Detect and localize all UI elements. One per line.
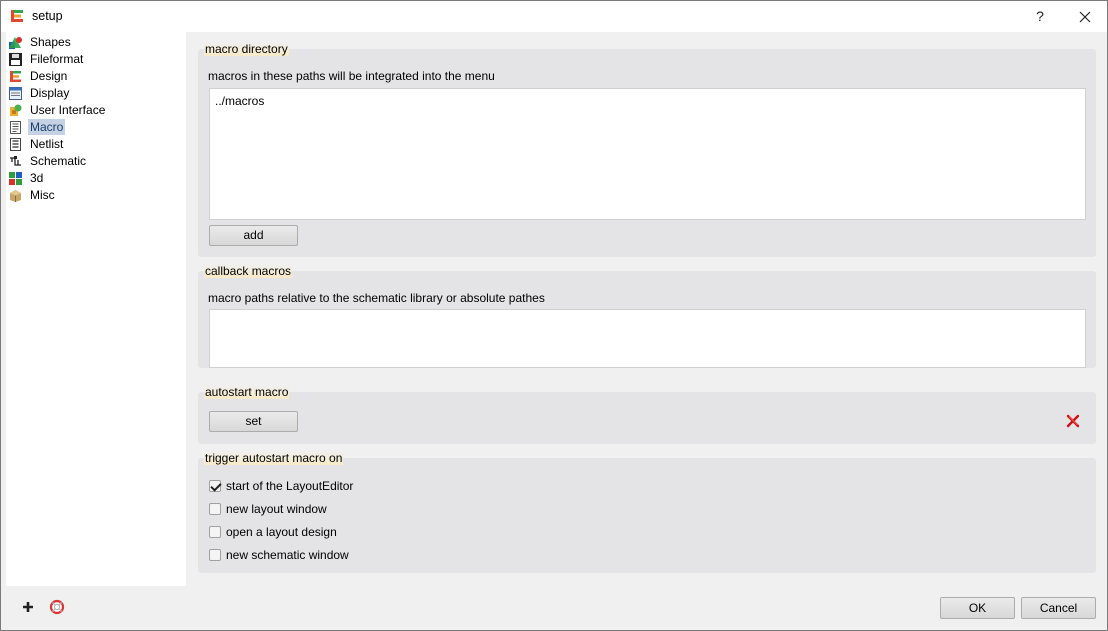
- nav-label: Design: [30, 69, 68, 83]
- misc-icon: [10, 189, 21, 202]
- checkbox[interactable]: [209, 503, 221, 515]
- nav-label: User Interface: [30, 103, 106, 117]
- dialog-body: Shapes Fileformat Design Display User In…: [1, 32, 1107, 630]
- nav-item-macro[interactable]: Macro: [9, 119, 66, 135]
- nav-item-misc[interactable]: Misc: [9, 187, 57, 203]
- user-interface-icon: [10, 104, 22, 116]
- nav-label: Schematic: [30, 154, 87, 168]
- floppy-icon: [9, 52, 22, 66]
- nav-item-schematic[interactable]: Schematic: [9, 153, 88, 169]
- nav-label: Display: [30, 86, 70, 100]
- callback-macros-group: callback macros macro paths relative to …: [198, 264, 1096, 368]
- schematic-icon: [10, 155, 21, 166]
- trigger-option-start-layouteditor[interactable]: start of the LayoutEditor: [209, 478, 353, 494]
- close-button[interactable]: [1067, 4, 1103, 28]
- nav-label: Macro: [28, 119, 66, 135]
- checkbox[interactable]: [209, 526, 221, 538]
- shapes-icon: [9, 36, 22, 49]
- trigger-option-new-schematic-window[interactable]: new schematic window: [209, 547, 349, 563]
- nav-label: Shapes: [30, 35, 71, 49]
- help-button[interactable]: ?: [1027, 4, 1053, 28]
- trigger-autostart-group: trigger autostart macro on start of the …: [198, 451, 1096, 573]
- cancel-button[interactable]: Cancel: [1021, 597, 1096, 619]
- nav-item-fileformat[interactable]: Fileformat: [9, 51, 85, 67]
- design-icon: [10, 70, 21, 82]
- red-x-icon[interactable]: [1066, 414, 1080, 428]
- nav-item-netlist[interactable]: Netlist: [9, 136, 65, 152]
- 3d-icon: [9, 171, 22, 185]
- set-button[interactable]: set: [209, 411, 298, 432]
- group-title: autostart macro: [204, 385, 290, 399]
- ok-button[interactable]: OK: [940, 597, 1015, 619]
- close-icon: [1079, 11, 1091, 23]
- checkbox-label: new layout window: [226, 502, 327, 516]
- layout-editor-icon: [11, 10, 23, 22]
- title-bar: setup ?: [1, 1, 1107, 32]
- window-title: setup: [32, 9, 63, 23]
- display-icon: [9, 86, 22, 100]
- checkbox-label: start of the LayoutEditor: [226, 479, 354, 493]
- lifebuoy-icon[interactable]: [49, 599, 65, 615]
- macro-icon: [10, 120, 21, 134]
- group-title: trigger autostart macro on: [204, 451, 344, 465]
- nav-label: Netlist: [30, 137, 64, 151]
- checkbox[interactable]: [209, 480, 221, 492]
- callback-macros-paths-field[interactable]: [209, 309, 1086, 368]
- checkbox[interactable]: [209, 549, 221, 561]
- nav-item-shapes[interactable]: Shapes: [9, 34, 73, 50]
- autostart-macro-group: autostart macro set: [198, 385, 1096, 444]
- group-title: callback macros: [204, 264, 293, 278]
- trigger-option-open-layout-design[interactable]: open a layout design: [209, 524, 337, 540]
- macro-directory-description: macros in these paths will be integrated…: [208, 69, 495, 83]
- macro-directory-group: macro directory macros in these paths wi…: [198, 42, 1096, 257]
- checkbox-label: open a layout design: [226, 525, 337, 539]
- macro-directory-paths-field[interactable]: ../macros: [209, 88, 1086, 220]
- checkbox-label: new schematic window: [226, 548, 349, 562]
- nav-label: 3d: [30, 171, 44, 185]
- add-button[interactable]: add: [209, 225, 298, 246]
- setup-dialog: setup ? Shapes Fileformat Design Display…: [0, 0, 1108, 631]
- callback-macros-description: macro paths relative to the schematic li…: [208, 291, 545, 305]
- settings-category-list: Shapes Fileformat Design Display User In…: [6, 32, 186, 586]
- nav-item-display[interactable]: Display: [9, 85, 71, 101]
- nav-item-3d[interactable]: 3d: [9, 170, 45, 186]
- nav-label: Fileformat: [30, 52, 84, 66]
- plus-icon[interactable]: [20, 599, 36, 615]
- nav-item-design[interactable]: Design: [9, 68, 69, 84]
- netlist-icon: [10, 137, 21, 151]
- group-title: macro directory: [204, 42, 289, 56]
- nav-label: Misc: [30, 188, 55, 202]
- trigger-option-new-layout-window[interactable]: new layout window: [209, 501, 327, 517]
- nav-item-user-interface[interactable]: User Interface: [9, 102, 107, 118]
